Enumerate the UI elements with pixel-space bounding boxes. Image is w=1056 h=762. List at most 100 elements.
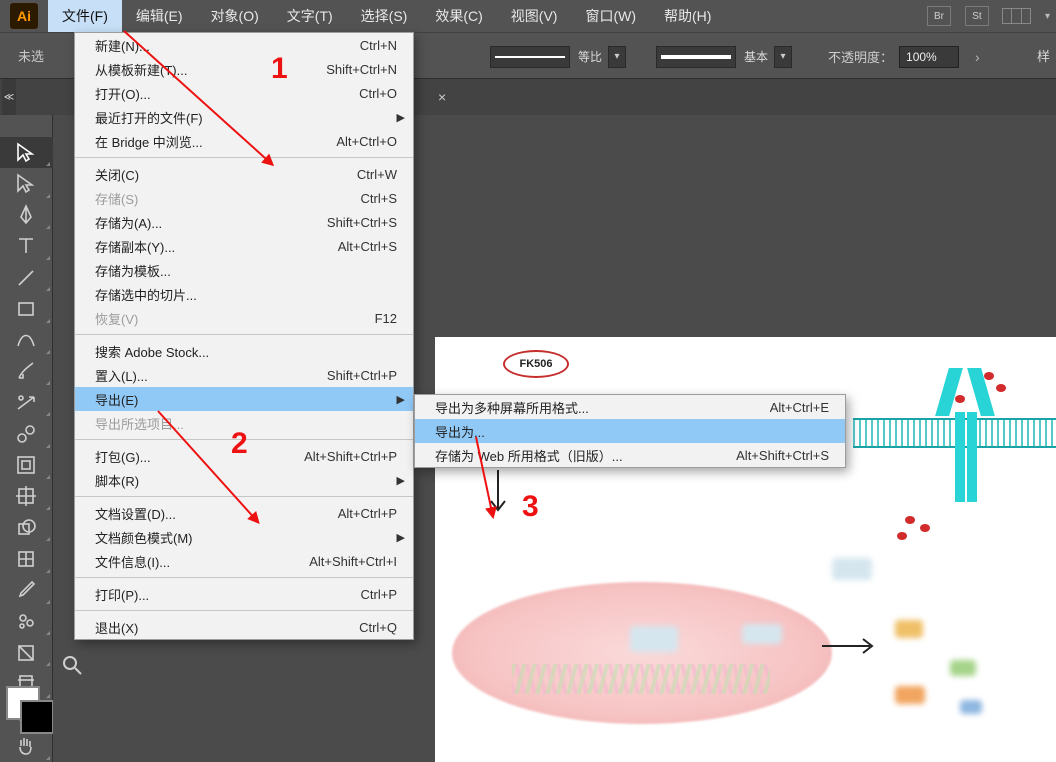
menu-file[interactable]: 文件(F) — [48, 0, 122, 32]
menu-item-shortcut: Ctrl+P — [321, 587, 397, 602]
title-bar: Ai 文件(F)编辑(E)对象(O)文字(T)选择(S)效果(C)视图(V)窗口… — [0, 0, 1056, 32]
menu-item[interactable]: 脚本(R)▶ — [75, 468, 413, 492]
artwork-receptor — [942, 368, 988, 506]
artwork-blur — [742, 624, 782, 644]
menu-item[interactable]: 文件信息(I)...Alt+Shift+Ctrl+I — [75, 549, 413, 573]
no-selection-label: 未选 — [18, 46, 44, 65]
menu-item-label: 搜索 Adobe Stock... — [95, 342, 209, 361]
menu-item-label: 退出(X) — [95, 618, 138, 637]
more-options-icon[interactable]: › — [975, 49, 980, 65]
chevron-right-icon: ▶ — [397, 393, 405, 406]
menu-item-shortcut: Alt+Ctrl+O — [296, 134, 397, 149]
menu-item[interactable]: 从模板新建(T)...Shift+Ctrl+N — [75, 57, 413, 81]
menu-item-label: 导出为多种屏幕所用格式... — [435, 398, 589, 417]
opacity-label: 不透明度： — [828, 47, 893, 66]
stock-icon[interactable]: St — [965, 6, 989, 26]
menu-item[interactable]: 打开(O)...Ctrl+O — [75, 81, 413, 105]
tools-panel — [0, 115, 53, 762]
tool-free-transform[interactable] — [0, 481, 53, 512]
chevron-right-icon: ▶ — [397, 111, 405, 124]
menu-view[interactable]: 视图(V) — [497, 0, 572, 32]
menu-item-label: 导出(E) — [95, 390, 138, 409]
tool-rectangle[interactable] — [0, 293, 53, 324]
tab-overflow-icon[interactable]: ≪ — [2, 79, 16, 115]
menu-item[interactable]: 打印(P)... Ctrl+P — [75, 582, 413, 606]
menu-item-shortcut: Ctrl+S — [321, 191, 397, 206]
menu-item-shortcut: Shift+Ctrl+P — [287, 368, 397, 383]
arrange-documents-icon[interactable] — [1003, 8, 1031, 24]
menu-item-shortcut: Alt+Ctrl+E — [730, 400, 829, 415]
menu-item[interactable]: 最近打开的文件(F)▶ — [75, 105, 413, 129]
menu-item[interactable]: 导出(E) ▶ — [75, 387, 413, 411]
tool-scale[interactable] — [0, 418, 53, 449]
tool-curvature[interactable] — [0, 325, 53, 356]
tool-line[interactable] — [0, 262, 53, 293]
workspace-switcher: Br St ▾ — [927, 0, 1050, 32]
menu-item-label: 存储为 Web 所用格式（旧版）... — [435, 446, 623, 465]
artwork-blur — [630, 626, 678, 652]
artwork-ligand — [897, 532, 907, 540]
brush-definition-dropdown[interactable] — [656, 46, 736, 68]
tool-shape-builder[interactable] — [0, 512, 53, 543]
artwork-blur — [950, 660, 976, 676]
close-icon[interactable]: × — [438, 89, 446, 105]
tool-direct-selection[interactable] — [0, 168, 53, 199]
menu-edit[interactable]: 编辑(E) — [122, 0, 197, 32]
menu-item-shortcut: Alt+Ctrl+P — [298, 506, 397, 521]
stroke-profile-dropdown[interactable] — [490, 46, 570, 68]
chevron-right-icon: ▶ — [397, 474, 405, 487]
menu-help[interactable]: 帮助(H) — [650, 0, 725, 32]
menu-object[interactable]: 对象(O) — [197, 0, 273, 32]
tool-pen[interactable] — [0, 200, 53, 231]
fill-stroke-swatch[interactable] — [6, 686, 50, 756]
menu-select[interactable]: 选择(S) — [347, 0, 422, 32]
menu-item-label: 关闭(C) — [95, 165, 139, 184]
opacity-input[interactable]: 100% — [899, 46, 959, 68]
menu-item-shortcut: Alt+Shift+Ctrl+I — [269, 554, 397, 569]
menu-item-label: 打印(P)... — [95, 585, 149, 604]
chevron-down-icon[interactable]: ▾ — [774, 46, 792, 68]
menu-type[interactable]: 文字(T) — [273, 0, 347, 32]
chevron-down-icon[interactable]: ▾ — [608, 46, 626, 68]
tool-width[interactable] — [0, 450, 53, 481]
menu-item-label: 打开(O)... — [95, 84, 151, 103]
artwork-label-fk506: FK506 — [503, 350, 569, 378]
tool-selection[interactable] — [0, 137, 53, 168]
app-logo-ai: Ai — [0, 0, 48, 32]
menu-item[interactable]: 文档颜色模式(M) ▶ — [75, 525, 413, 549]
menu-item[interactable]: 存储为(A)...Shift+Ctrl+S — [75, 210, 413, 234]
menu-window[interactable]: 窗口(W) — [571, 0, 650, 32]
tool-mesh[interactable] — [0, 543, 53, 574]
menu-effect[interactable]: 效果(C) — [421, 0, 496, 32]
stroke-swatch[interactable] — [20, 700, 54, 734]
menu-item[interactable]: 置入(L)...Shift+Ctrl+P — [75, 363, 413, 387]
menu-item[interactable]: 导出为多种屏幕所用格式... Alt+Ctrl+E — [415, 395, 845, 419]
chevron-down-icon[interactable]: ▾ — [1045, 11, 1050, 22]
tool-symbol-sprayer[interactable] — [0, 606, 53, 637]
menu-item[interactable]: 退出(X)Ctrl+Q — [75, 615, 413, 639]
tool-rotate[interactable] — [0, 387, 53, 418]
menu-item-shortcut: Alt+Shift+Ctrl+P — [264, 449, 397, 464]
artwork-ligand — [984, 372, 994, 380]
menu-item[interactable]: 存储选中的切片... — [75, 282, 413, 306]
bridge-icon[interactable]: Br — [927, 6, 951, 26]
menu-item[interactable]: 存储为模板... — [75, 258, 413, 282]
menu-item[interactable]: 导出为... — [415, 419, 845, 443]
menu-item-label: 存储为模板... — [95, 261, 171, 280]
style-label: 样 — [1037, 46, 1050, 65]
chevron-right-icon: ▶ — [397, 531, 405, 544]
menu-item[interactable]: 搜索 Adobe Stock... — [75, 339, 413, 363]
menu-item-shortcut: Alt+Shift+Ctrl+S — [696, 448, 829, 463]
artwork-blur — [832, 558, 872, 580]
menu-item-label: 存储副本(Y)... — [95, 237, 175, 256]
tool-eyedropper[interactable] — [0, 575, 53, 606]
tool-type[interactable] — [0, 231, 53, 262]
menu-item[interactable]: 存储副本(Y)...Alt+Ctrl+S — [75, 234, 413, 258]
zoom-icon[interactable] — [61, 654, 83, 676]
tool-column-graph[interactable] — [0, 637, 53, 668]
menu-item-label: 文档颜色模式(M) — [95, 528, 193, 547]
menu-item[interactable]: 新建(N)...Ctrl+N — [75, 33, 413, 57]
tool-paintbrush[interactable] — [0, 356, 53, 387]
menu-item[interactable]: 关闭(C)Ctrl+W — [75, 162, 413, 186]
artwork-arrow — [820, 636, 880, 656]
